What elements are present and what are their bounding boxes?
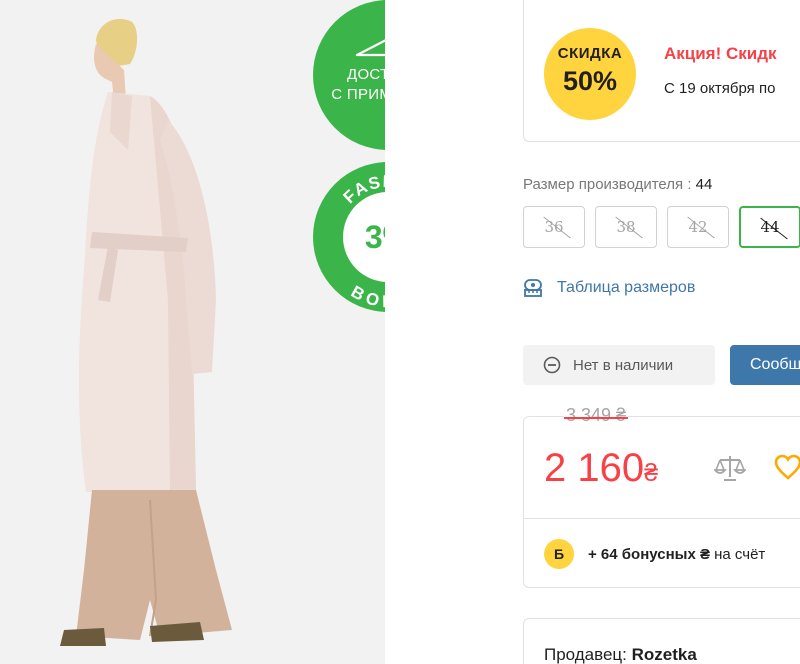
- notify-when-available-button[interactable]: Сообщ: [730, 345, 800, 385]
- bonus-text: + 64 бонусных ₴ на счёт: [588, 546, 765, 563]
- bonus-rest: на счёт: [714, 545, 766, 563]
- minus-circle-icon: [543, 356, 561, 374]
- size-option-36[interactable]: 36: [523, 206, 585, 248]
- seller-info: Продавец: Rozetka: [544, 645, 697, 664]
- bonus-amount: + 64 бонусных ₴: [588, 545, 710, 563]
- fashion-badge-percent: 3%: [364, 219, 385, 255]
- size-option-42[interactable]: 42: [667, 206, 729, 248]
- discount-badge-label: СКИДКА: [557, 45, 623, 62]
- old-price: 3 349 ₴: [564, 405, 629, 426]
- hanger-icon: [355, 39, 385, 57]
- current-price: 2 160₴: [544, 445, 658, 496]
- seller-card: Продавец: Rozetka: [523, 618, 800, 664]
- delivery-badge-line2: С ПРИМЕРКОЙ: [331, 86, 385, 103]
- seller-name[interactable]: Rozetka: [632, 645, 697, 664]
- discount-badge-value: 50%: [562, 66, 618, 96]
- size-table-icon: [524, 279, 542, 297]
- promo-title-link[interactable]: Акция! Скидк: [664, 44, 777, 64]
- delivery-badge-line1: ДОСТАВКА: [347, 66, 385, 83]
- fashion-bonus-badge: FASHION BONUS 3%: [313, 162, 385, 312]
- current-price-value: 2 160: [544, 446, 645, 490]
- compare-scales-icon[interactable]: [714, 453, 746, 483]
- size-option-44[interactable]: 44: [739, 206, 800, 248]
- size-table-link[interactable]: Таблица размеров: [523, 278, 695, 298]
- size-option-38[interactable]: 38: [595, 206, 657, 248]
- wishlist-heart-icon[interactable]: [774, 454, 800, 480]
- seller-label: Продавец:: [544, 645, 627, 664]
- size-label: Размер производителя : 44: [523, 176, 712, 193]
- price-currency: ₴: [644, 459, 659, 487]
- bonus-icon: Б: [544, 539, 574, 569]
- out-of-stock-label: Нет в наличии: [573, 356, 674, 374]
- promo-card[interactable]: СКИДКА 50% Акция! Скидк С 19 октября по: [523, 0, 800, 142]
- bonus-row: Б + 64 бонусных ₴ на счёт: [544, 539, 765, 569]
- size-selected-value: 44: [695, 176, 713, 193]
- size-label-text: Размер производителя :: [523, 176, 692, 193]
- promo-dates: С 19 октября по: [664, 80, 776, 97]
- fashion-badge-bottom-text: BONUS: [348, 282, 385, 311]
- out-of-stock-status: Нет в наличии: [523, 345, 715, 385]
- price-card: 3 349 ₴ 2 160₴ Б + 64 бонусных ₴ на счёт: [523, 405, 800, 588]
- product-photo[interactable]: ДОСТАВКА С ПРИМЕРКОЙ FASHION BONUS 3%: [0, 0, 385, 664]
- price-divider: [524, 518, 800, 519]
- size-table-label: Таблица размеров: [557, 279, 696, 296]
- discount-badge: СКИДКА 50%: [544, 28, 636, 120]
